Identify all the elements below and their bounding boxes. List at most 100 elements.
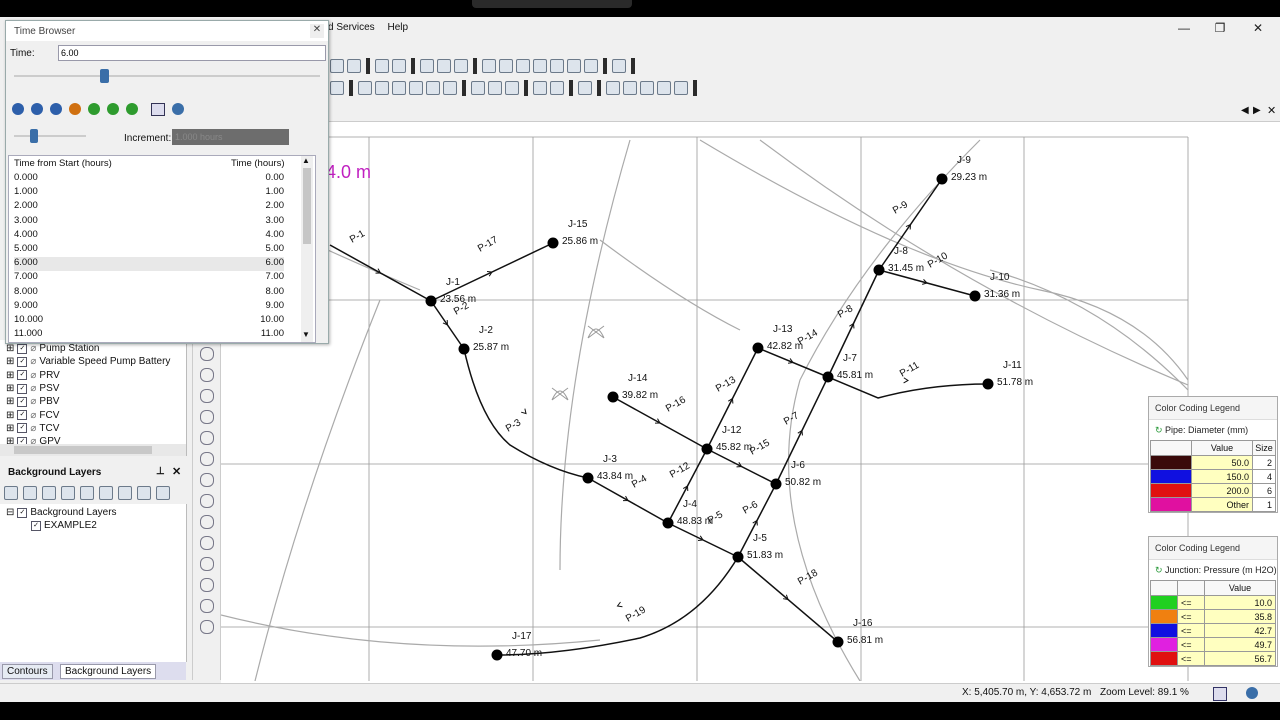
table-view-icon[interactable] [151,103,165,116]
user-icon[interactable] [1246,687,1258,699]
pump-tool2-icon[interactable] [199,515,214,529]
speed-slider-thumb[interactable] [30,129,38,143]
time-step-row[interactable]: 2.000 2.00 [14,200,284,214]
tab-scroll-right-icon[interactable]: ▶ [1253,105,1261,116]
pipe-legend-row[interactable]: 200.0 6 [1150,483,1276,498]
junction-node[interactable] [491,649,503,661]
time-step-row[interactable]: 10.000 10.00 [14,314,284,328]
new-layer-icon[interactable] [4,486,18,500]
junction-node[interactable] [425,295,437,307]
junction-legend-title[interactable]: Color Coding Legend [1149,537,1277,560]
junction-tool-icon[interactable] [392,81,406,95]
zoom-in-icon[interactable] [199,347,214,361]
scenario-icon[interactable] [623,81,637,95]
spot-elevation-icon[interactable] [199,578,214,592]
junction-node[interactable] [701,443,713,455]
time-step-row[interactable]: 1.000 1.00 [14,186,284,200]
refresh-icon[interactable] [347,59,361,73]
close-drawing-icon[interactable]: ✕ [1267,104,1276,117]
calculator-icon[interactable] [584,59,598,73]
annotate-icon[interactable] [199,431,214,445]
pipe-legend-row[interactable]: 150.0 4 [1150,469,1276,484]
tab-background-layers[interactable]: Background Layers [60,664,157,679]
time-slider-thumb[interactable] [99,69,109,83]
tab-scroll-left-icon[interactable]: ◀ [1241,105,1249,116]
go-to-end-icon[interactable] [126,103,138,115]
time-browser-close-icon[interactable]: ✕ [310,24,324,38]
layout-icon[interactable] [330,81,344,95]
restore-button[interactable]: ❐ [1200,19,1240,37]
calc-options-icon[interactable] [657,81,671,95]
tree-horizontal-scrollbar[interactable] [0,444,186,456]
select-icon[interactable] [358,81,372,95]
time-step-row[interactable]: 6.000 6.00 [14,257,284,272]
junction-node[interactable] [732,551,744,563]
pipe-legend-row[interactable]: Other 1 [1150,497,1276,512]
time-step-row[interactable]: 0.000 0.00 [14,172,284,186]
junction-node[interactable] [582,472,594,484]
reservoir-tool-icon[interactable] [199,473,214,487]
help-layer-icon[interactable] [156,486,170,500]
speed-slider[interactable] [14,135,86,137]
step-forward-icon[interactable] [107,103,119,115]
junction-node[interactable] [547,237,559,249]
contour-icon[interactable] [567,59,581,73]
chart-icon[interactable] [550,59,564,73]
tree-item[interactable]: ⊞ ✓ ⌀ PSV [0,382,186,395]
time-step-row[interactable]: 9.000 9.00 [14,300,284,314]
junction-node[interactable] [770,478,782,490]
network-map[interactable]: P-1 P-17P-9P-10P-8P-2P-14P-11P-13P-16P-7P… [221,121,1189,681]
junction-legend-row[interactable]: <= 42.7 [1150,623,1276,638]
pump-tool-icon[interactable] [443,81,457,95]
junction-node[interactable] [982,378,994,390]
menu-help[interactable]: Help [387,22,408,33]
time-step-row[interactable]: 4.000 4.00 [14,229,284,243]
tree-item[interactable]: ⊞ ✓ ⌀ PRV [0,369,186,382]
alternatives-icon[interactable] [640,81,654,95]
panel-close-icon[interactable]: ✕ [172,465,181,478]
export-icon[interactable] [392,59,406,73]
tree-item[interactable]: ⊞ ✓ ⌀ FCV [0,408,186,421]
step-back-icon[interactable] [31,103,43,115]
tree-item[interactable]: ⊞ ✓ ⌀ TCV [0,422,186,435]
move-down-icon[interactable] [99,486,113,500]
time-input[interactable] [58,45,326,61]
junction-node[interactable] [458,343,470,355]
compute-icon[interactable] [533,81,547,95]
surge-tank-icon[interactable] [199,620,214,634]
junction-node[interactable] [822,371,834,383]
tree-node-background-layers[interactable]: ⊟ ✓ Background Layers [0,506,186,519]
tree-item[interactable]: ⊞ ✓ ⌀ PBV [0,395,186,408]
play-icon[interactable] [88,103,100,115]
list-vertical-scrollbar[interactable]: ▲ ▼ [301,156,313,342]
turbine-icon[interactable] [199,599,214,613]
increment-field[interactable]: 1.000 hours [172,129,289,145]
report-icon[interactable] [533,59,547,73]
tab-contours[interactable]: Contours [2,664,53,679]
pan-tool-icon[interactable] [199,389,214,403]
time-browser-titlebar[interactable]: Time Browser ✕ [6,21,328,41]
valve-tool-icon[interactable] [426,81,440,95]
tank-tool2-icon[interactable] [199,494,214,508]
junction-node[interactable] [969,290,981,302]
collapse-icon[interactable] [137,486,151,500]
junction-legend-row[interactable]: <= 49.7 [1150,637,1276,652]
profile-icon[interactable] [499,59,513,73]
minimize-button[interactable]: — [1164,19,1204,37]
time-step-row[interactable]: 8.000 8.00 [14,286,284,300]
pipe-tool-icon[interactable] [375,81,389,95]
tree-node-example2[interactable]: ✓ EXAMPLE2 [0,519,186,532]
measure-icon[interactable] [199,410,214,424]
pipe-legend-title[interactable]: Color Coding Legend [1149,397,1277,420]
pin-icon[interactable]: ⊥ [156,466,165,477]
layout-tool-icon[interactable] [199,452,214,466]
time-slider[interactable] [14,75,320,77]
print-icon[interactable] [375,59,389,73]
compute-center-icon[interactable] [674,81,688,95]
menu-services[interactable]: d Services [328,22,375,33]
col-header-time[interactable]: Time (hours) [231,158,285,169]
go-to-start-icon[interactable] [12,103,24,115]
junction-node[interactable] [752,342,764,354]
valve-tool2-icon[interactable] [199,536,214,550]
edit-layer-icon[interactable] [61,486,75,500]
